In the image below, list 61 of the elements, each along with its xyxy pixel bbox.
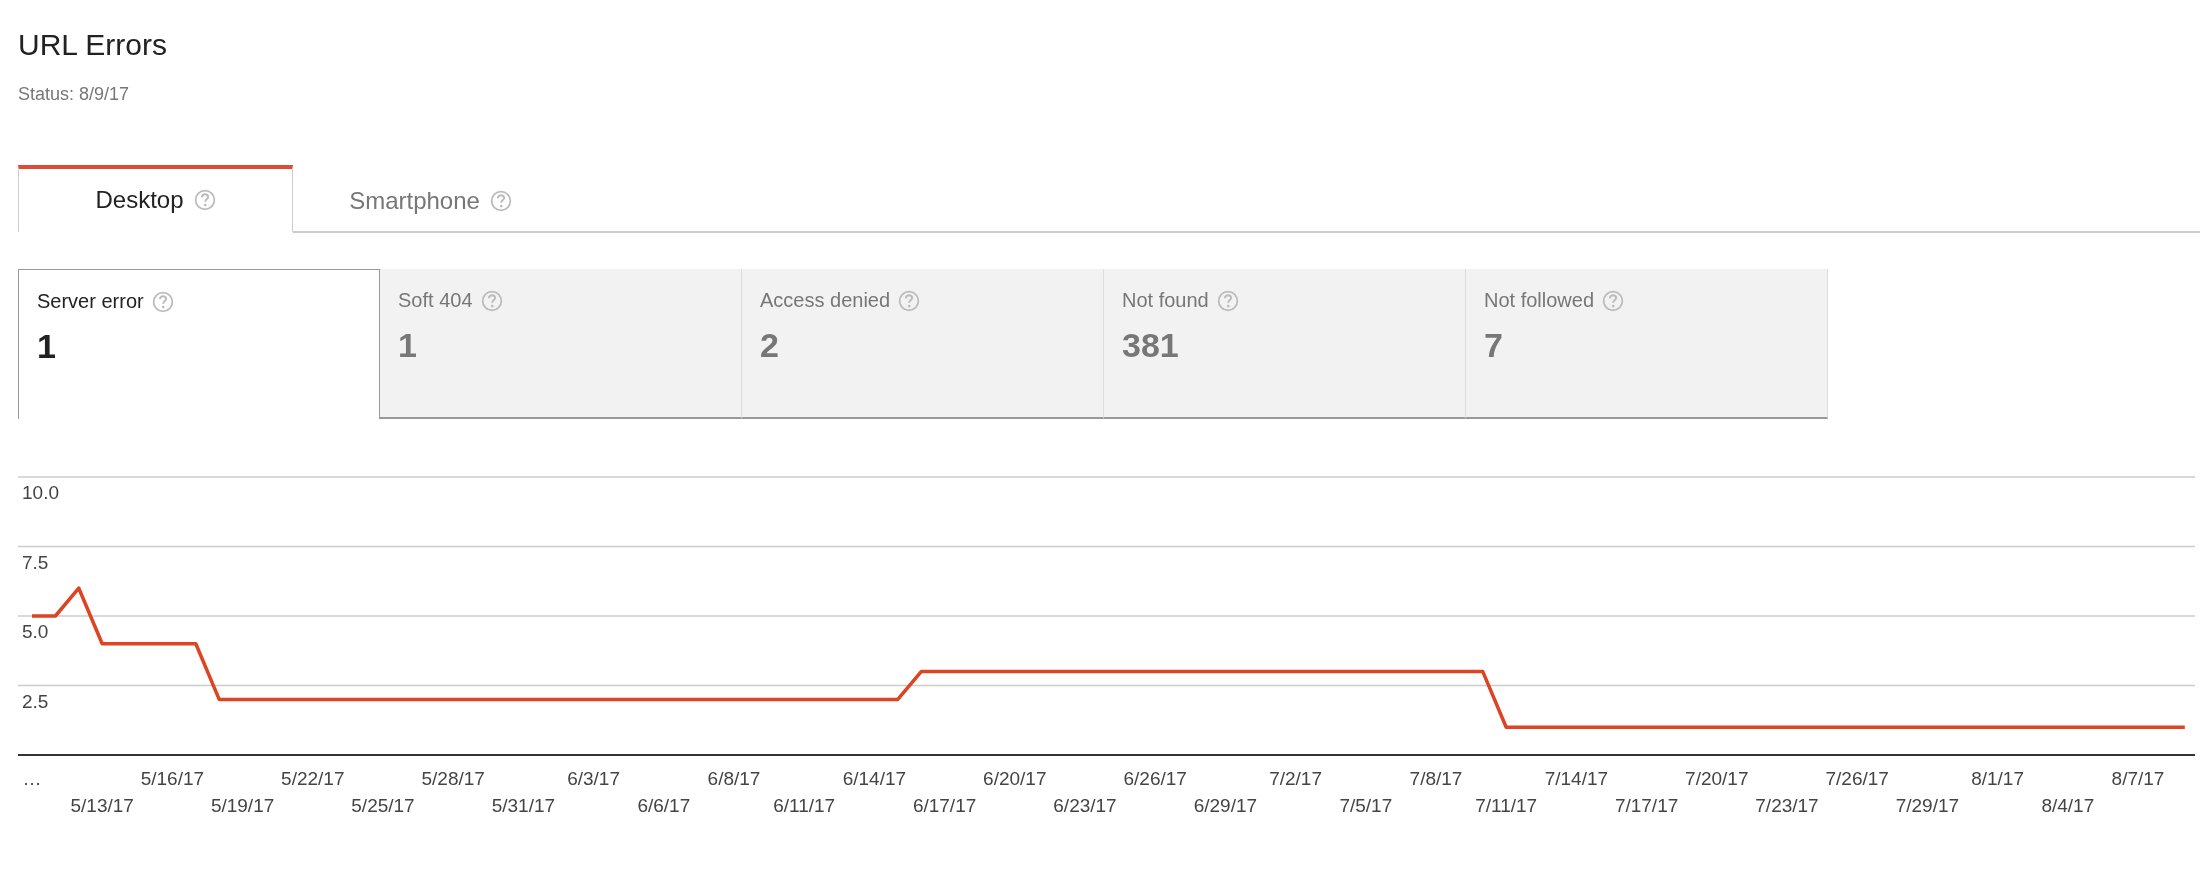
x-tick-label: 7/2/17 xyxy=(1269,768,1322,789)
x-tick-label: 6/20/17 xyxy=(983,768,1047,789)
metric-tab[interactable]: Not followed 7 xyxy=(1466,269,1828,419)
y-tick-label: 5.0 xyxy=(22,621,49,642)
help-icon[interactable] xyxy=(898,289,921,312)
metric-label: Server error xyxy=(37,290,144,313)
x-tick-label: 5/25/17 xyxy=(351,795,415,816)
x-tick-label: 6/17/17 xyxy=(912,795,977,816)
x-tick-label: 7/11/17 xyxy=(1475,795,1538,816)
x-tick-label: 6/6/17 xyxy=(637,795,691,816)
y-tick-label: 10.0 xyxy=(22,482,59,503)
help-icon[interactable] xyxy=(1216,289,1239,312)
metric-tab[interactable]: Server error 1 xyxy=(18,269,380,419)
x-tick-label: 6/8/17 xyxy=(707,768,761,789)
y-tick-label: 7.5 xyxy=(22,551,49,573)
metric-value: 381 xyxy=(1122,326,1180,365)
device-tab[interactable]: Desktop xyxy=(18,165,293,233)
x-tick-label: 7/20/17 xyxy=(1685,768,1749,789)
help-icon[interactable] xyxy=(489,189,512,212)
x-tick-label: 6/29/17 xyxy=(1193,795,1258,816)
metric-label: Soft 404 xyxy=(398,289,473,312)
x-tick-label: 8/4/17 xyxy=(2041,795,2095,816)
help-icon[interactable] xyxy=(151,290,174,313)
metric-tab[interactable]: Soft 404 1 xyxy=(380,269,742,419)
metric-tab[interactable]: Not found 381 xyxy=(1104,269,1466,419)
x-tick-label: 7/26/17 xyxy=(1825,768,1889,789)
help-icon[interactable] xyxy=(193,189,216,211)
metric-label: Not followed xyxy=(1484,289,1595,312)
x-tick-label: 7/17/17 xyxy=(1614,795,1679,816)
x-tick-label: 6/23/17 xyxy=(1053,795,1117,816)
metric-label: Access denied xyxy=(760,289,891,312)
metric-value: 7 xyxy=(1484,326,1504,365)
x-tick-label: 8/1/17 xyxy=(1971,768,2024,789)
x-tick-label: 5/19/17 xyxy=(210,795,275,816)
x-tick-label: 6/11/17 xyxy=(773,795,836,816)
x-tick-label: 7/23/17 xyxy=(1755,795,1819,816)
help-icon[interactable] xyxy=(1602,289,1625,312)
x-tick-label: 6/14/17 xyxy=(842,768,907,789)
x-tick-label: 8/7/17 xyxy=(2111,768,2165,789)
page-title: URL Errors xyxy=(18,28,168,62)
x-tick-label: 5/31/17 xyxy=(491,795,556,816)
help-icon[interactable] xyxy=(480,289,503,312)
x-tick-label: 7/14/17 xyxy=(1544,768,1609,789)
x-tick-label: 7/5/17 xyxy=(1339,795,1393,816)
x-tick-label: 7/29/17 xyxy=(1895,795,1960,816)
x-tick-label: 7/8/17 xyxy=(1409,768,1463,789)
status-text: Status: 8/9/17 xyxy=(18,84,131,105)
x-tick-label: 6/26/17 xyxy=(1123,768,1187,789)
x-tick-label: 5/28/17 xyxy=(421,768,485,789)
x-tick-label: 5/16/17 xyxy=(140,768,205,789)
metric-value: 1 xyxy=(398,326,418,365)
y-tick-label: 2.5 xyxy=(22,690,49,712)
metric-value: 1 xyxy=(37,327,57,366)
metric-value: 2 xyxy=(760,326,780,365)
x-tick-label: 5/22/17 xyxy=(281,768,345,789)
x-tick-label: 5/13/17 xyxy=(70,795,134,816)
device-tab[interactable]: Smartphone xyxy=(293,165,568,233)
metric-label: Not found xyxy=(1122,289,1209,312)
metric-tab[interactable]: Access denied 2 xyxy=(742,269,1104,419)
x-tick-label: … xyxy=(22,768,42,789)
x-tick-label: 6/3/17 xyxy=(567,768,620,789)
